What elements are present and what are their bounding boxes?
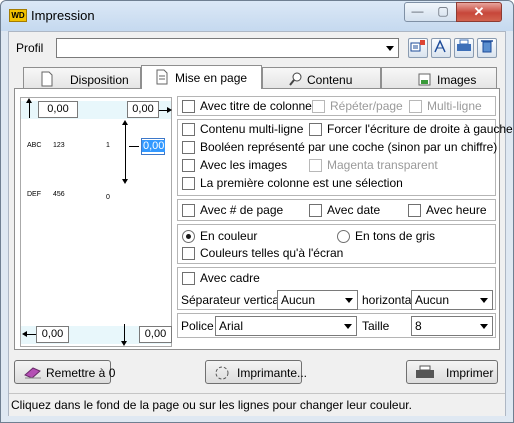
- printer-button-label: Imprimante...: [237, 366, 308, 380]
- window-title: Impression: [31, 8, 95, 23]
- column-spacing-arrow-icon: [122, 120, 128, 184]
- checkbox-box[interactable]: [309, 159, 322, 172]
- color-mode-group: En couleur En tons de gris Couleurs tell…: [177, 224, 496, 264]
- close-icon: ✕: [473, 4, 485, 19]
- frame-group: Avec cadre Séparateur vertical Aucun hor…: [177, 267, 496, 310]
- refresh-printer-icon: [213, 365, 233, 380]
- margin-bottom-left-field[interactable]: 0,00: [36, 326, 69, 343]
- tab-mise-en-page-label: Mise en page: [175, 71, 248, 85]
- chevron-down-icon[interactable]: [382, 39, 398, 57]
- preview-cell: 1: [106, 142, 110, 149]
- font-group: Police Arial Taille 8: [177, 313, 496, 338]
- checkbox-box[interactable]: [312, 100, 325, 113]
- eraser-icon: [23, 365, 43, 379]
- taille-label: Taille: [362, 319, 390, 333]
- delete-icon: [481, 40, 493, 53]
- tab-panel-mise-en-page: 0,00 0,00 ABC 123 1 0,00 DEF 456 0 0,00 …: [14, 88, 513, 350]
- delete-profile-button[interactable]: [477, 38, 497, 58]
- status-bar: Cliquez dans le fond de la page ou sur l…: [9, 393, 505, 416]
- top-margin-arrow-icon: [26, 98, 32, 118]
- chevron-down-icon[interactable]: [341, 291, 357, 309]
- checkbox-box[interactable]: [182, 204, 195, 217]
- checkbox-box[interactable]: [182, 141, 195, 154]
- police-label: Police: [181, 319, 214, 333]
- title-bar: WD Impression — ▢ ✕: [1, 1, 513, 31]
- separateur-vertical-combo[interactable]: Aucun: [277, 290, 358, 310]
- tab-disposition[interactable]: Disposition: [23, 67, 141, 89]
- checkbox-box[interactable]: [408, 204, 421, 217]
- preview-cell: 0: [106, 194, 110, 201]
- separateur-vertical-label: Séparateur vertical: [181, 293, 282, 307]
- preview-cell: ABC: [27, 142, 42, 149]
- margin-right-column-field[interactable]: 0,00: [141, 138, 166, 155]
- print-dialog-window: WD Impression — ▢ ✕ Profil Disposition M…: [0, 0, 514, 423]
- chevron-down-icon[interactable]: [340, 317, 356, 335]
- column-title-group: Avec titre de colonne Répéter/page Multi…: [177, 96, 496, 116]
- bottom-margin-arrow-icon: [121, 324, 127, 346]
- column-spacing-connector: [129, 146, 139, 147]
- radio-selected[interactable]: [182, 230, 195, 243]
- margin-bottom-right-field[interactable]: 0,00: [139, 326, 172, 343]
- content-options-group: Contenu multi-ligne Forcer l'écriture de…: [177, 119, 513, 196]
- tab-contenu[interactable]: Contenu: [262, 67, 381, 89]
- preview-cell: DEF: [27, 191, 41, 198]
- horizontal-label: horizontal: [362, 293, 415, 307]
- profil-combo[interactable]: [56, 38, 399, 58]
- magnifier-icon: [289, 71, 303, 87]
- printer-config-button[interactable]: [454, 38, 474, 58]
- chevron-down-icon[interactable]: [476, 291, 492, 309]
- chevron-down-icon[interactable]: [476, 317, 492, 335]
- checkbox-box[interactable]: [182, 100, 195, 113]
- tab-mise-en-page[interactable]: Mise en page: [141, 65, 262, 89]
- dialog-body: Profil Disposition Mise en page Contenu …: [8, 31, 513, 416]
- layout-icon: [155, 69, 169, 85]
- checkbox-box[interactable]: [182, 159, 195, 172]
- image-icon: [418, 71, 432, 87]
- margin-top-left-field[interactable]: 0,00: [38, 101, 78, 118]
- tab-contenu-label: Contenu: [307, 73, 353, 87]
- tab-images-label: Images: [437, 73, 477, 87]
- checkbox-box[interactable]: [182, 272, 195, 285]
- margin-top-right-field[interactable]: 0,00: [127, 101, 159, 118]
- minimize-button[interactable]: —: [404, 2, 431, 22]
- reset-button-label: Remettre à 0: [46, 366, 116, 380]
- checkbox-box[interactable]: [182, 177, 195, 190]
- page-icon: [40, 71, 54, 87]
- tab-images[interactable]: Images: [381, 67, 497, 89]
- tab-disposition-label: Disposition: [70, 73, 129, 87]
- checkbox-box[interactable]: [182, 123, 195, 136]
- print-button-label: Imprimer: [446, 366, 494, 380]
- maximize-icon: ▢: [437, 4, 449, 18]
- margin-right-column-value: 0,00: [142, 140, 166, 152]
- left-margin-arrow-icon: [22, 331, 36, 337]
- close-button[interactable]: ✕: [456, 2, 502, 22]
- font-style-icon: [434, 39, 446, 53]
- minimize-icon: —: [411, 4, 424, 18]
- preview-cell: 123: [53, 142, 65, 149]
- checkbox-box[interactable]: [309, 204, 322, 217]
- radio-button[interactable]: [337, 230, 350, 243]
- print-button[interactable]: Imprimer: [406, 360, 498, 384]
- checkbox-box[interactable]: [182, 247, 195, 260]
- profil-label: Profil: [16, 41, 44, 55]
- checkbox-box[interactable]: [409, 100, 422, 113]
- page-preview[interactable]: 0,00 0,00 ABC 123 1 0,00 DEF 456 0 0,00 …: [20, 97, 172, 347]
- save-profile-icon: [410, 40, 425, 52]
- police-combo[interactable]: Arial: [215, 316, 357, 336]
- printer-icon: [457, 39, 471, 51]
- taille-combo[interactable]: 8: [411, 316, 493, 336]
- separateur-horizontal-combo[interactable]: Aucun: [411, 290, 493, 310]
- windev-app-icon: WD: [9, 9, 27, 22]
- preview-cell: 456: [53, 191, 65, 198]
- font-style-button[interactable]: [431, 38, 451, 58]
- header-footer-group: Avec # de page Avec date Avec heure: [177, 199, 496, 221]
- printer-icon: [415, 365, 435, 379]
- status-text: Cliquez dans le fond de la page ou sur l…: [11, 398, 412, 412]
- save-profile-button[interactable]: [408, 38, 428, 58]
- right-margin-arrow-icon: [159, 107, 172, 113]
- checkbox-box[interactable]: [309, 123, 322, 136]
- maximize-button[interactable]: ▢: [430, 2, 457, 22]
- reset-button[interactable]: Remettre à 0: [14, 360, 115, 384]
- printer-button[interactable]: Imprimante...: [205, 360, 307, 384]
